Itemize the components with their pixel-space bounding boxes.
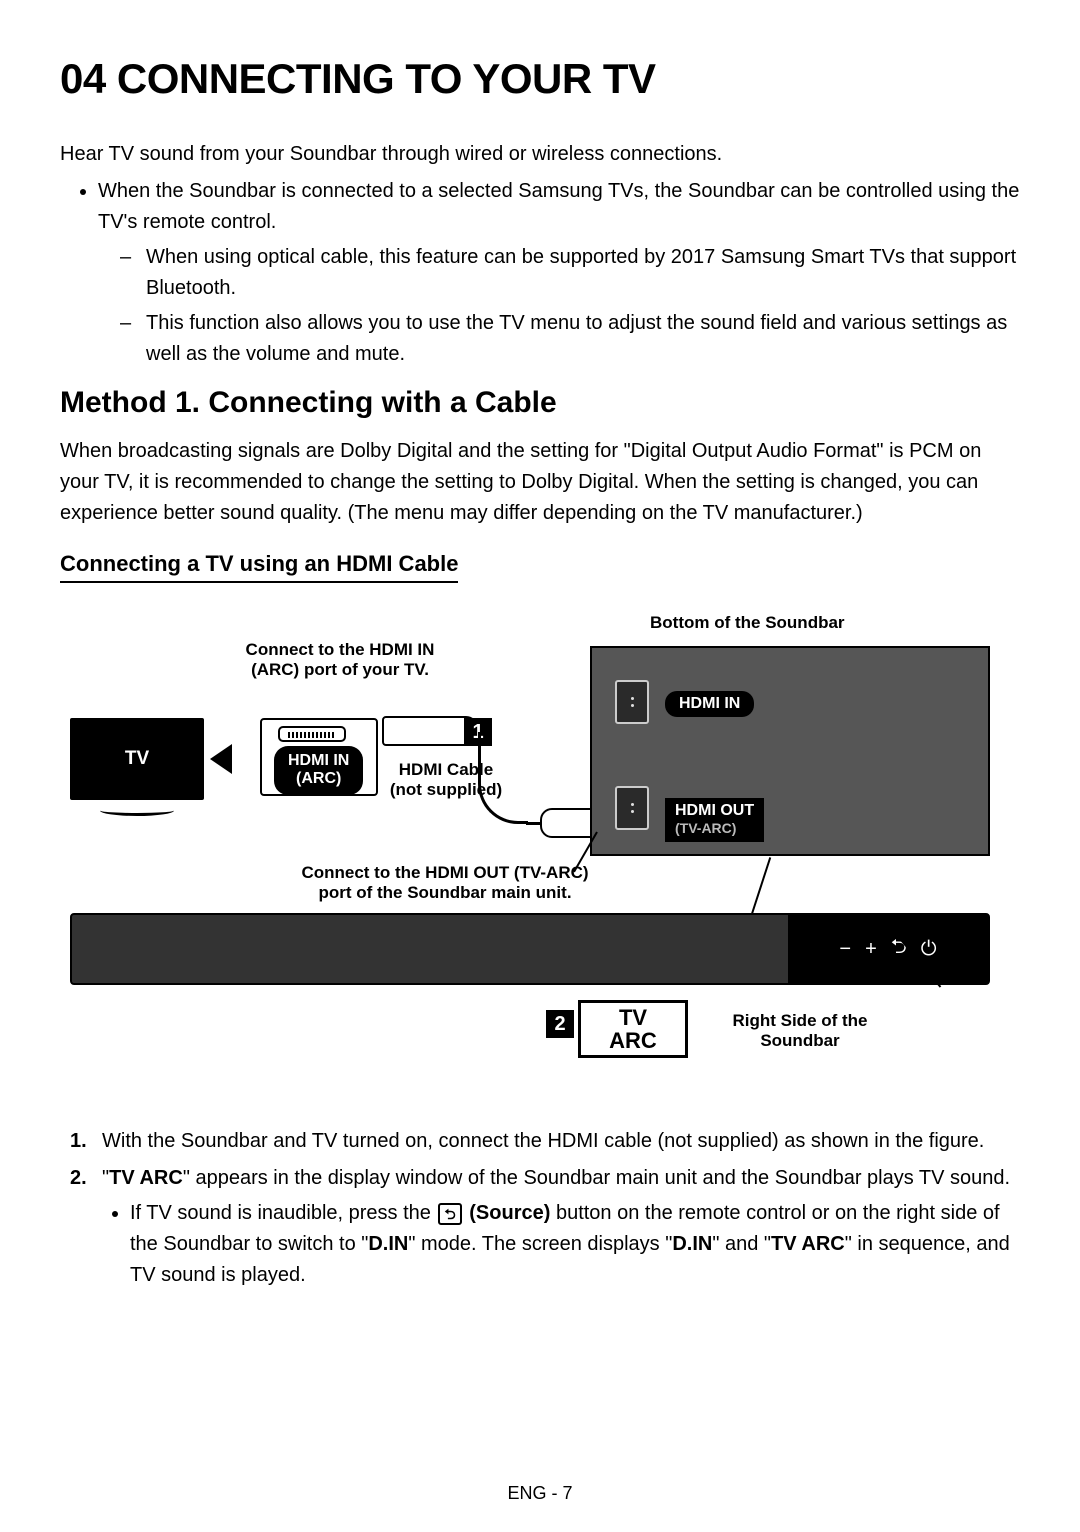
step-2-number: 2. — [70, 1163, 87, 1194]
soundbar-top-view: − + ⮌ ⏻ — [70, 913, 990, 985]
bottom-soundbar-label: Bottom of the Soundbar — [650, 613, 845, 633]
leader-line-2 — [751, 857, 771, 915]
display-line-1: TV — [619, 1006, 647, 1029]
display-line-2: ARC — [609, 1029, 657, 1052]
hdmi-cable-text: HDMI Cable — [399, 760, 493, 779]
hdmi-section-heading: Connecting a TV using an HDMI Cable — [60, 551, 458, 583]
soundbar-right-panel: − + ⮌ ⏻ — [788, 915, 988, 983]
step-2-sub: If TV sound is inaudible, press the ⮌ (S… — [130, 1198, 1020, 1291]
step-2-sub-pre: If TV sound is inaudible, press the — [130, 1202, 436, 1224]
right-side-label: Right Side of the Soundbar — [720, 1011, 880, 1051]
power-icon: ⏻ — [921, 938, 937, 961]
step-list: 1. With the Soundbar and TV turned on, c… — [60, 1126, 1020, 1291]
hdmi-out-badge: HDMI OUT (TV-ARC) — [665, 798, 764, 842]
feature-list: When the Soundbar is connected to a sele… — [60, 176, 1020, 370]
step-1: 1. With the Soundbar and TV turned on, c… — [70, 1126, 1020, 1157]
feature-sublist: When using optical cable, this feature c… — [98, 242, 1020, 370]
method-heading: Method 1. Connecting with a Cable — [60, 386, 1020, 420]
din-bold-2: D.IN — [672, 1233, 712, 1255]
feature-sub-2: This function also allows you to use the… — [120, 308, 1020, 370]
volume-up-icon: + — [865, 938, 877, 961]
hdmi-out-sub: (TV-ARC) — [675, 820, 736, 836]
arrow-to-tv-icon — [210, 744, 232, 774]
tvarc-bold-2: TV ARC — [771, 1233, 845, 1255]
volume-down-icon: − — [839, 938, 851, 961]
soundbar-display: TV ARC — [578, 1000, 688, 1058]
tv-icon: TV — [70, 718, 204, 800]
hdmi-in-badge: HDMI IN — [665, 691, 754, 717]
feature-bullet-1-text: When the Soundbar is connected to a sele… — [98, 180, 1019, 233]
connect-hdmi-in-label: Connect to the HDMI IN (ARC) port of you… — [220, 640, 460, 680]
method-paragraph: When broadcasting signals are Dolby Digi… — [60, 436, 1020, 529]
page-title: 04 CONNECTING TO YOUR TV — [60, 55, 1020, 103]
step-2-sub-mid3: " and " — [712, 1233, 771, 1255]
hdmi-in-arc-badge: HDMI IN (ARC) — [274, 746, 363, 795]
hdmi-out-text: HDMI OUT — [675, 802, 754, 819]
source-button-icon: ⮌ — [438, 1203, 461, 1225]
tv-hdmi-slot — [278, 726, 346, 742]
step-1-number: 1. — [70, 1126, 87, 1157]
step-2-sub-mid2: " mode. The screen displays " — [408, 1233, 672, 1255]
step-1-text: With the Soundbar and TV turned on, conn… — [102, 1130, 984, 1152]
din-bold-1: D.IN — [368, 1233, 408, 1255]
page-footer: ENG - 7 — [0, 1483, 1080, 1504]
connection-diagram: Bottom of the Soundbar Connect to the HD… — [60, 618, 1020, 1098]
hdmi-in-port-icon — [615, 680, 649, 724]
connect-hdmi-out-label: Connect to the HDMI OUT (TV-ARC) port of… — [290, 863, 600, 903]
hdmi-out-port-icon — [615, 786, 649, 830]
feature-sub-1: When using optical cable, this feature c… — [120, 242, 1020, 304]
diagram-step-2-badge: 2 — [546, 1010, 574, 1038]
step-2-sublist: If TV sound is inaudible, press the ⮌ (S… — [102, 1198, 1020, 1291]
step-2-rest: " appears in the display window of the S… — [183, 1167, 1010, 1189]
step-2-tvarc: TV ARC — [109, 1167, 183, 1189]
step-2: 2. "TV ARC" appears in the display windo… — [70, 1163, 1020, 1291]
intro-text: Hear TV sound from your Soundbar through… — [60, 139, 1020, 170]
not-supplied-text: (not supplied) — [390, 780, 502, 799]
hdmi-cable-label: HDMI Cable (not supplied) — [386, 760, 506, 800]
feature-bullet-1: When the Soundbar is connected to a sele… — [98, 176, 1020, 370]
source-label-bold: (Source) — [469, 1202, 550, 1224]
soundbar-bottom-panel — [590, 646, 990, 856]
